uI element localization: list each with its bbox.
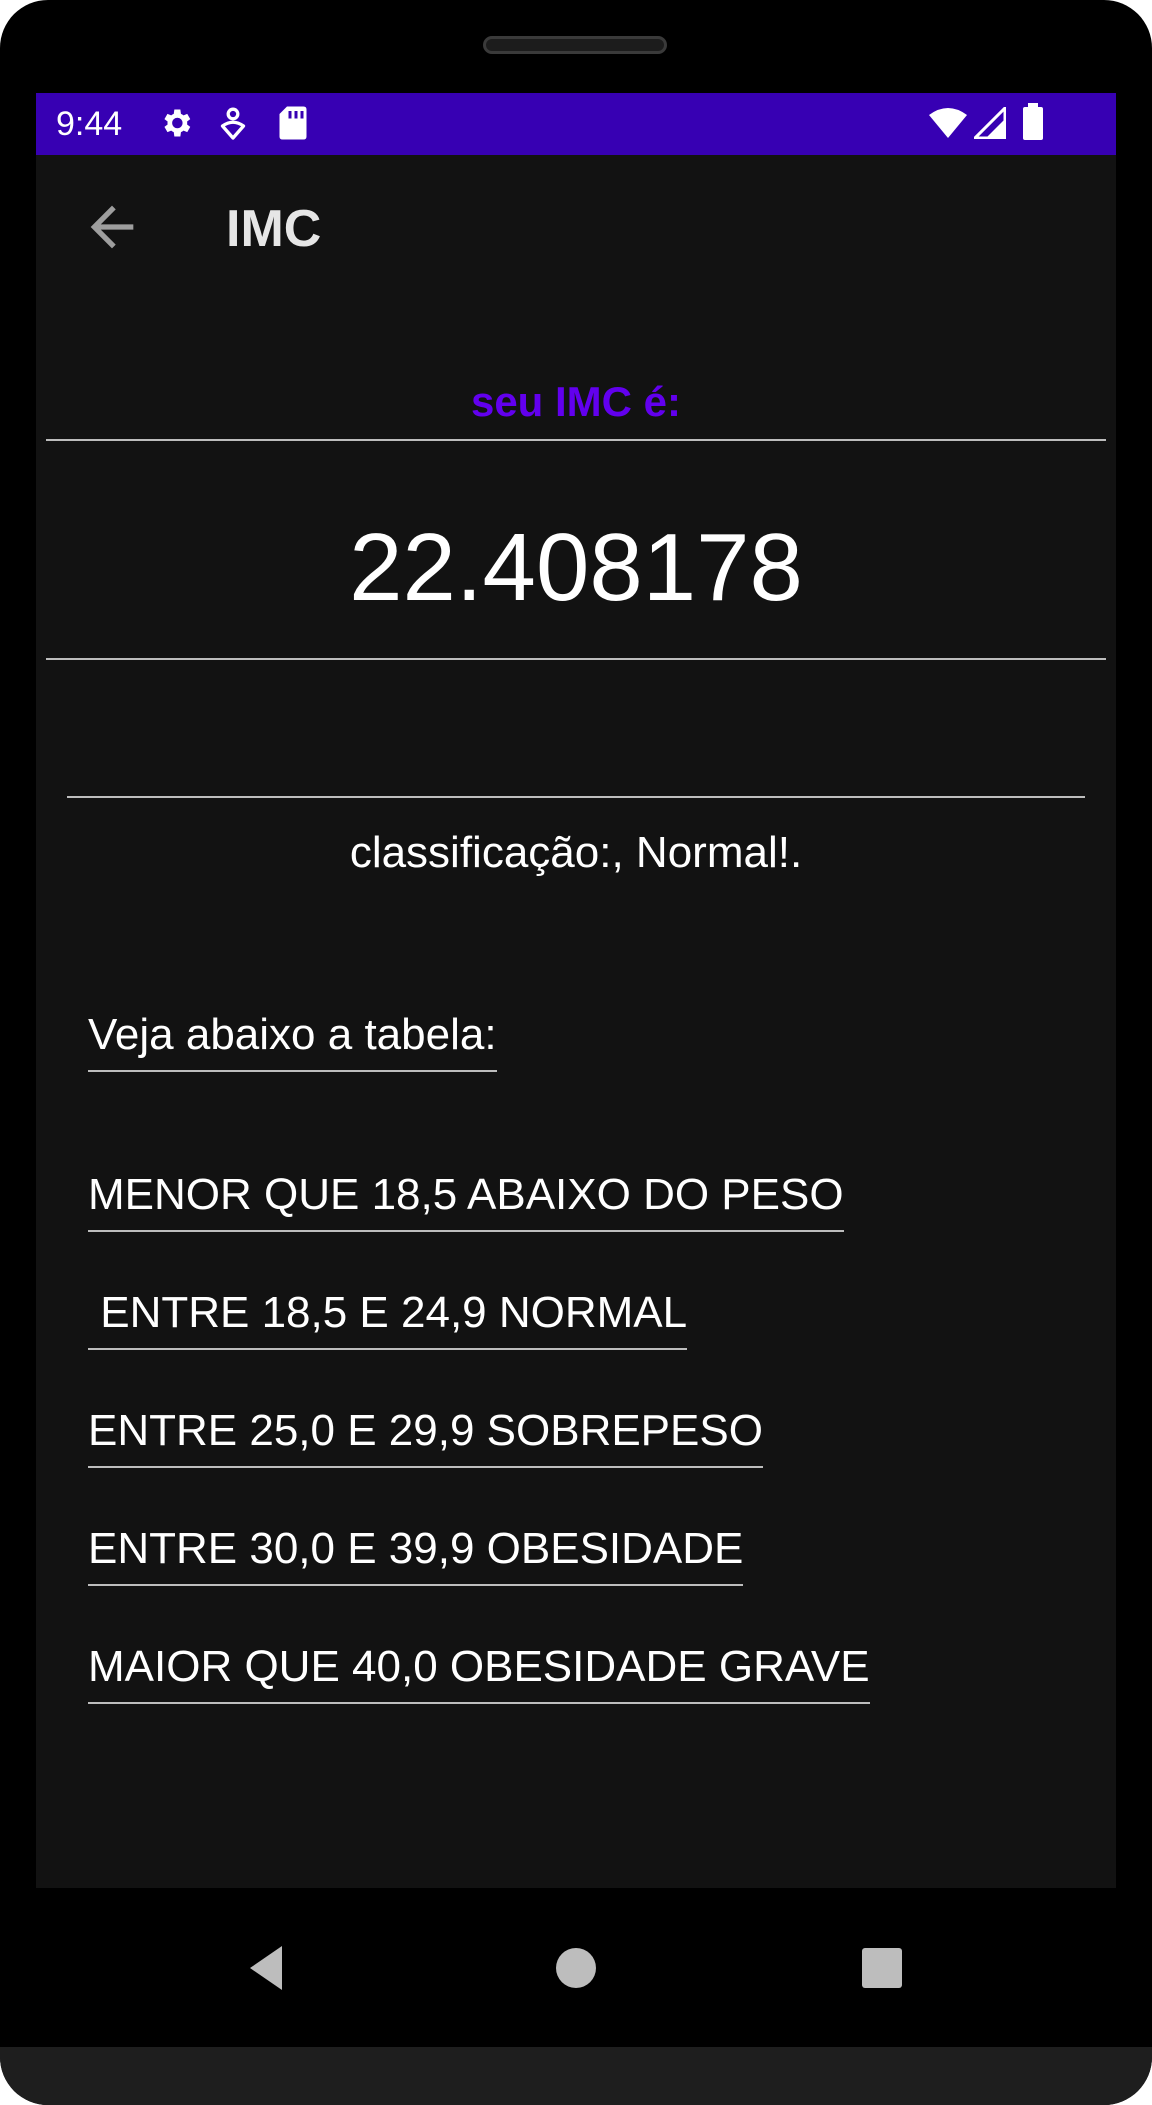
app-title: IMC: [226, 200, 322, 258]
settings-gear-icon: [158, 105, 194, 146]
table-title: Veja abaixo a tabela:: [88, 1008, 497, 1072]
navigation-bar: [36, 1888, 1116, 2047]
back-triangle-icon[interactable]: [238, 1936, 302, 2000]
app-bar: IMC: [36, 155, 1116, 305]
table-row-normal: ENTRE 18,5 E 24,9 NORMAL: [88, 1286, 688, 1350]
device-bottom-edge: [0, 2047, 1152, 2105]
divider: [46, 439, 1106, 441]
screen: 9:44 IMC seu IMC é: 22.408178 classifica…: [36, 93, 1116, 1888]
table-row-severe-obesity: MAIOR QUE 40,0 OBESIDADE GRAVE: [88, 1640, 870, 1704]
result-heading: seu IMC é:: [470, 378, 682, 425]
status-bar: 9:44: [36, 93, 1116, 155]
table-row-overweight: ENTRE 25,0 E 29,9 SOBREPESO: [88, 1404, 763, 1468]
sd-card-icon: [278, 105, 308, 146]
recents-square-icon[interactable]: [850, 1936, 914, 2000]
wifi-icon: [928, 107, 968, 144]
classification-text: classificação:, Normal!.: [349, 828, 803, 877]
imc-value: 22.408178: [349, 514, 803, 621]
earpiece-speaker: [483, 36, 667, 54]
device-frame: 9:44 IMC seu IMC é: 22.408178 classifica…: [0, 0, 1152, 2105]
location-pin-icon: [218, 105, 248, 146]
battery-icon: [1022, 103, 1044, 146]
home-circle-icon[interactable]: [544, 1936, 608, 2000]
arrow-back-icon[interactable]: [80, 195, 144, 259]
status-time: 9:44: [56, 105, 123, 143]
divider: [46, 658, 1106, 660]
table-row-obesity: ENTRE 30,0 E 39,9 OBESIDADE: [88, 1522, 744, 1586]
divider: [67, 796, 1085, 798]
cell-signal-icon: [971, 104, 1007, 144]
table-row-underweight: MENOR QUE 18,5 ABAIXO DO PESO: [88, 1168, 844, 1232]
